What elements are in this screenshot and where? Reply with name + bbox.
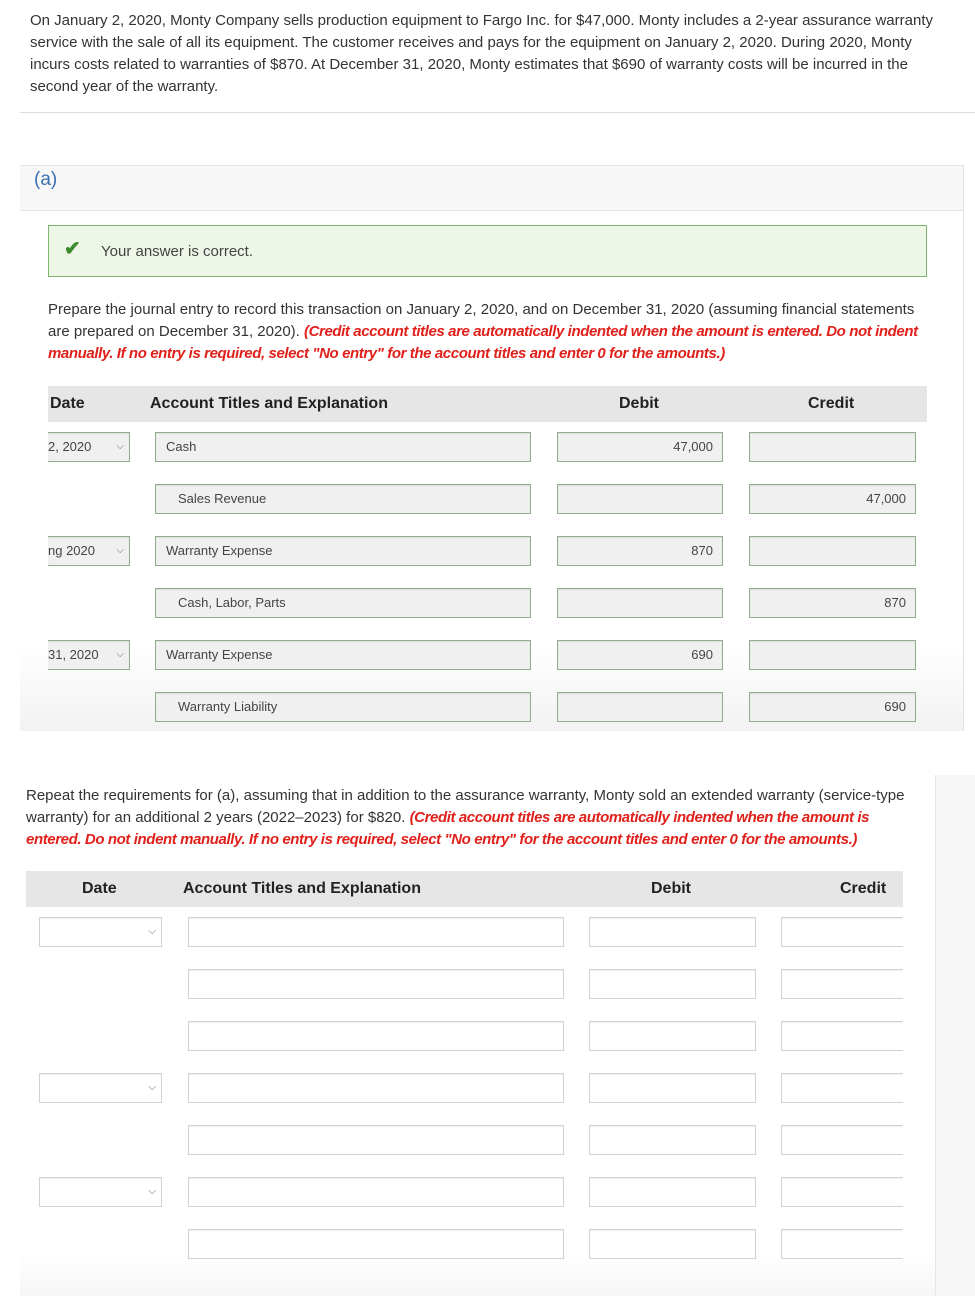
debit-input[interactable] [557, 484, 723, 514]
date-select[interactable]: 31, 2020 ⌵ [48, 640, 130, 670]
header-account: Account Titles and Explanation [183, 880, 421, 897]
account-title-input[interactable]: Cash, Labor, Parts [155, 588, 531, 618]
credit-input[interactable] [749, 432, 916, 462]
date-select[interactable]: ⌵ [39, 1177, 162, 1207]
header-date: Date [82, 880, 117, 897]
credit-input[interactable] [781, 1073, 903, 1103]
credit-input[interactable]: 47,000 [749, 484, 916, 514]
debit-input[interactable] [589, 917, 756, 947]
divider [20, 112, 975, 113]
date-select[interactable]: ⌵ [39, 1073, 162, 1103]
credit-input[interactable] [781, 969, 903, 999]
date-select[interactable]: ⌵ [39, 917, 162, 947]
chevron-down-icon: ⌵ [148, 1186, 156, 1197]
debit-input[interactable] [589, 1229, 756, 1259]
chevron-down-icon: ⌵ [116, 545, 124, 556]
feedback-text: Your answer is correct. [101, 243, 254, 260]
success-banner: ✔ Your answer is correct. [48, 225, 927, 277]
chevron-down-icon: ⌵ [148, 926, 156, 937]
debit-input[interactable] [589, 1177, 756, 1207]
header-debit: Debit [651, 880, 691, 897]
date-value: 2, 2020 [48, 439, 92, 454]
chevron-down-icon: ⌵ [116, 649, 124, 660]
chevron-down-icon: ⌵ [116, 441, 124, 452]
account-title-input[interactable] [188, 1177, 564, 1207]
credit-input[interactable] [749, 536, 916, 566]
debit-input[interactable] [589, 1073, 756, 1103]
account-title-input[interactable] [188, 1229, 564, 1259]
date-value: 31, 2020 [48, 647, 99, 662]
credit-input[interactable] [749, 640, 916, 670]
credit-input[interactable] [781, 1177, 903, 1207]
part-a-table-header: Date Account Titles and Explanation Debi… [48, 386, 927, 422]
scroll-panel [935, 775, 975, 1296]
account-title-input[interactable] [188, 917, 564, 947]
account-title-input[interactable] [188, 969, 564, 999]
header-credit: Credit [808, 395, 855, 412]
header-credit: Credit [840, 880, 887, 897]
check-icon: ✔ [64, 238, 81, 260]
header-debit: Debit [619, 395, 659, 412]
debit-input[interactable]: 870 [557, 536, 723, 566]
account-title-input[interactable] [188, 1125, 564, 1155]
account-title-input[interactable] [188, 1073, 564, 1103]
problem-text: On January 2, 2020, Monty Company sells … [30, 12, 933, 95]
part-a-instructions: Prepare the journal entry to record this… [48, 299, 933, 365]
date-value: ng 2020 [48, 543, 95, 558]
debit-input[interactable] [557, 692, 723, 722]
chevron-down-icon: ⌵ [148, 1082, 156, 1093]
account-title-input[interactable]: Warranty Expense [155, 640, 531, 670]
part-b-table-header: Date Account Titles and Explanation Debi… [26, 871, 903, 907]
account-title-input[interactable]: Sales Revenue [155, 484, 531, 514]
debit-input[interactable] [589, 969, 756, 999]
date-select[interactable]: ng 2020 ⌵ [48, 536, 130, 566]
debit-input[interactable]: 47,000 [557, 432, 723, 462]
credit-input[interactable] [781, 1021, 903, 1051]
credit-input[interactable] [781, 917, 903, 947]
credit-input[interactable] [781, 1229, 903, 1259]
part-a-label: (a) [34, 169, 58, 190]
account-title-input[interactable]: Warranty Liability [155, 692, 531, 722]
debit-input[interactable]: 690 [557, 640, 723, 670]
header-date: Date [50, 395, 85, 412]
account-title-input[interactable]: Warranty Expense [155, 536, 531, 566]
part-b-instructions: Repeat the requirements for (a), assumin… [26, 785, 906, 851]
debit-input[interactable] [589, 1125, 756, 1155]
date-select[interactable]: 2, 2020 ⌵ [48, 432, 130, 462]
header-account: Account Titles and Explanation [150, 395, 388, 412]
account-title-input[interactable]: Cash [155, 432, 531, 462]
credit-input[interactable]: 690 [749, 692, 916, 722]
account-title-input[interactable] [188, 1021, 564, 1051]
credit-input[interactable] [781, 1125, 903, 1155]
debit-input[interactable] [557, 588, 723, 618]
debit-input[interactable] [589, 1021, 756, 1051]
credit-input[interactable]: 870 [749, 588, 916, 618]
